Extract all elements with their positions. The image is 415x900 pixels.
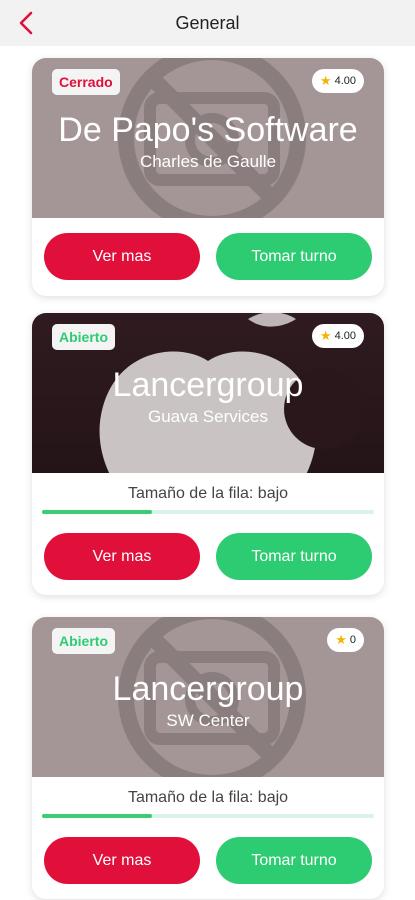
rating-value: 4.00 xyxy=(334,330,356,342)
rating-badge: ★ 0 xyxy=(327,628,364,652)
see-more-button[interactable]: Ver mas xyxy=(44,233,200,280)
status-badge: Abierto xyxy=(52,324,115,350)
business-image: Abierto ★ 4.00 Lancergroup Guava Service… xyxy=(32,313,384,473)
branch-name: Charles de Gaulle xyxy=(139,152,277,171)
take-turn-button[interactable]: Tomar turno xyxy=(216,233,372,280)
star-icon: ★ xyxy=(319,73,332,88)
take-turn-button[interactable]: Tomar turno xyxy=(216,533,372,580)
business-card: Abierto ★ 4.00 Lancergroup Guava Service… xyxy=(32,313,384,595)
chevron-left-icon xyxy=(19,11,33,35)
business-card: Cerrado ★ 4.00 De Papo's Software Charle… xyxy=(32,58,384,296)
queue-progress-fill xyxy=(42,814,152,818)
star-icon: ★ xyxy=(335,632,347,647)
card-actions: Ver mas Tomar turno xyxy=(32,525,384,595)
queue-indicator: Tamaño de la fila: bajo xyxy=(32,777,384,829)
queue-progress-bar xyxy=(42,814,374,818)
business-card: Abierto ★ 0 Lancergroup SW Center Tamaño… xyxy=(32,617,384,899)
top-nav-bar: General xyxy=(0,0,415,46)
rating-badge: ★ 4.00 xyxy=(311,324,364,348)
queue-size-label: Tamaño de la fila: bajo xyxy=(127,485,289,502)
business-name: De Papo's Software xyxy=(58,111,358,149)
card-actions: Ver mas Tomar turno xyxy=(32,829,384,899)
status-badge: Cerrado xyxy=(52,69,120,95)
card-actions: Ver mas Tomar turno xyxy=(32,218,384,296)
queue-size-label: Tamaño de la fila: bajo xyxy=(127,789,289,806)
rating-badge: ★ 4.00 xyxy=(311,69,364,93)
queue-indicator: Tamaño de la fila: bajo xyxy=(32,473,384,525)
star-icon: ★ xyxy=(319,328,332,343)
business-list[interactable]: Cerrado ★ 4.00 De Papo's Software Charle… xyxy=(0,46,415,900)
rating-value: 4.00 xyxy=(334,75,356,87)
branch-name: SW Center xyxy=(166,711,250,730)
rating-value: 0 xyxy=(349,634,356,646)
queue-progress-fill xyxy=(42,510,152,514)
business-image: Cerrado ★ 4.00 De Papo's Software Charle… xyxy=(32,58,384,218)
see-more-button[interactable]: Ver mas xyxy=(44,837,200,884)
page-title: General xyxy=(175,12,240,33)
business-name: Lancergroup xyxy=(112,366,304,404)
queue-progress-bar xyxy=(42,510,374,514)
back-button[interactable] xyxy=(14,10,38,36)
business-image: Abierto ★ 0 Lancergroup SW Center xyxy=(32,617,384,777)
see-more-button[interactable]: Ver mas xyxy=(44,533,200,580)
take-turn-button[interactable]: Tomar turno xyxy=(216,837,372,884)
business-name: Lancergroup xyxy=(112,670,304,708)
branch-name: Guava Services xyxy=(148,407,268,426)
status-badge: Abierto xyxy=(52,628,115,654)
